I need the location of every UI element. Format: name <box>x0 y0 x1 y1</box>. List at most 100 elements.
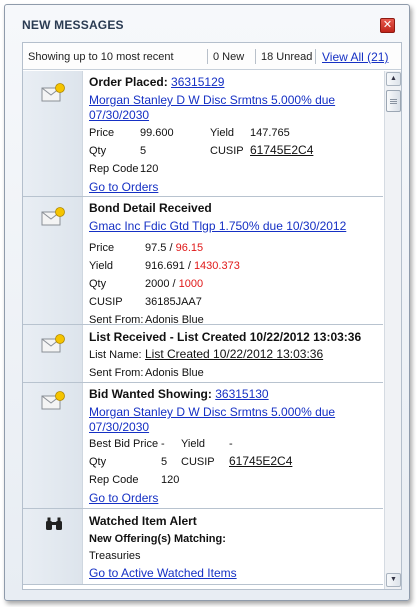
security-line: 07/30/2030 <box>89 108 150 122</box>
message-item-bond-detail[interactable]: Bond Detail Received Gmac Inc Fdic Gtd T… <box>23 197 383 326</box>
message-title: Bid Wanted Showing: 36315130 <box>89 387 269 401</box>
price-label: Price <box>89 242 115 254</box>
new-messages-window: NEW MESSAGES ✕ Showing up to 10 most rec… <box>4 4 410 601</box>
vertical-scrollbar[interactable]: ▲ ▼ <box>384 71 401 589</box>
sent-from-label: Sent From: <box>89 367 144 379</box>
security-link[interactable]: Morgan Stanley D W Disc Srmtns 5.000% du… <box>89 405 335 435</box>
yield-value: 147.765 <box>250 127 290 139</box>
divider <box>255 49 256 64</box>
message-item-list-received[interactable]: List Received - List Created 10/22/2012 … <box>23 325 383 383</box>
old-qty: 2000 / <box>145 278 179 290</box>
security-link[interactable]: Morgan Stanley D W Disc Srmtns 5.000% du… <box>89 93 335 123</box>
message-content: Watched Item Alert New Offering(s) Match… <box>89 509 383 584</box>
rep-code-label: Rep Code <box>89 474 139 486</box>
alert-subtitle: New Offering(s) Matching: <box>89 533 226 545</box>
binoculars-icon <box>46 517 62 530</box>
qty-label: Qty <box>89 456 107 468</box>
message-icon-column <box>23 383 83 508</box>
qty-label: Qty <box>89 145 107 157</box>
yield-label: Yield <box>210 127 235 139</box>
title-text: Bid Wanted Showing: <box>89 387 216 401</box>
message-title: Order Placed: 36315129 <box>89 75 224 89</box>
yield-label: Yield <box>181 438 206 450</box>
security-line: Morgan Stanley D W Disc Srmtns 5.000% du… <box>89 405 336 419</box>
yield-value: 916.691 / 1430.373 <box>145 260 240 272</box>
thumb-grip <box>390 101 397 102</box>
message-title: Watched Item Alert <box>89 514 197 528</box>
message-icon-column <box>23 71 83 196</box>
qty-value: 5 <box>161 456 168 468</box>
qty-value: 5 <box>140 145 147 157</box>
thumb-grip <box>390 99 397 100</box>
envelope-icon <box>41 207 65 226</box>
sent-from-value: Adonis Blue <box>145 367 204 379</box>
message-content: List Received - List Created 10/22/2012 … <box>89 325 383 382</box>
message-icon-column <box>23 197 83 324</box>
yield-value: - <box>229 438 233 450</box>
new-price: 96.15 <box>175 242 204 254</box>
cusip-label: CUSIP <box>210 145 244 157</box>
envelope-icon <box>41 334 65 353</box>
cusip-link[interactable]: 61745E2C4 <box>229 454 292 468</box>
window-titlebar: NEW MESSAGES ✕ <box>5 5 409 41</box>
message-item-bid-wanted[interactable]: Bid Wanted Showing: 36315130 Morgan Stan… <box>23 383 383 509</box>
window-title: NEW MESSAGES <box>22 18 124 32</box>
security-line: Morgan Stanley D W Disc Srmtns 5.000% du… <box>89 93 336 107</box>
message-icon-column <box>23 509 83 584</box>
message-content: Order Placed: 36315129 Morgan Stanley D … <box>89 71 383 196</box>
unread-count: 18 Unread <box>261 51 313 63</box>
rep-code-value: 120 <box>140 163 159 175</box>
divider <box>315 49 316 64</box>
rep-code-value: 120 <box>161 474 180 486</box>
view-all-link[interactable]: View All (21) <box>322 50 388 64</box>
order-number-link[interactable]: 36315129 <box>171 75 224 89</box>
scroll-thumb[interactable] <box>386 90 401 112</box>
security-link[interactable]: Gmac Inc Fdic Gtd Tlgp 1.750% due 10/30/… <box>89 219 346 234</box>
thumb-grip <box>390 103 397 104</box>
envelope-icon <box>41 83 65 102</box>
close-button[interactable]: ✕ <box>380 18 395 33</box>
scroll-down-button[interactable]: ▼ <box>386 573 401 587</box>
price-value: 99.600 <box>140 127 174 139</box>
go-to-orders-link[interactable]: Go to Orders <box>89 180 158 194</box>
new-yield: 1430.373 <box>193 260 240 272</box>
cusip-label: CUSIP <box>181 456 215 468</box>
best-bid-label: Best Bid Price <box>89 438 159 450</box>
old-yield: 916.691 / <box>145 260 194 272</box>
price-value: 97.5 / 96.15 <box>145 242 203 254</box>
message-content: Bid Wanted Showing: 36315130 Morgan Stan… <box>89 383 383 508</box>
message-title: List Received - List Created 10/22/2012 … <box>89 330 362 344</box>
yield-label: Yield <box>89 260 114 272</box>
status-bar: Showing up to 10 most recent 0 New 18 Un… <box>23 43 401 70</box>
messages-panel: Showing up to 10 most recent 0 New 18 Un… <box>22 42 402 590</box>
cusip-value: 36185JAA7 <box>145 296 202 308</box>
message-icon-column <box>23 325 83 382</box>
scroll-up-button[interactable]: ▲ <box>386 72 401 86</box>
security-line: 07/30/2030 <box>89 420 150 434</box>
message-title: Bond Detail Received <box>89 201 212 215</box>
go-to-watched-items-link[interactable]: Go to Active Watched Items <box>89 566 237 580</box>
divider <box>207 49 208 64</box>
message-content: Bond Detail Received Gmac Inc Fdic Gtd T… <box>89 197 383 326</box>
showing-text: Showing up to 10 most recent <box>28 51 174 63</box>
cusip-link[interactable]: 61745E2C4 <box>250 143 313 157</box>
message-item-order-placed[interactable]: Order Placed: 36315129 Morgan Stanley D … <box>23 71 383 197</box>
old-price: 97.5 / <box>145 242 176 254</box>
envelope-icon <box>41 391 65 410</box>
list-name-label: List Name: <box>89 349 142 361</box>
rep-code-label: Rep Code <box>89 163 139 175</box>
go-to-orders-link[interactable]: Go to Orders <box>89 491 158 505</box>
qty-value: 2000 / 1000 <box>145 278 203 290</box>
best-bid-value: - <box>161 438 165 450</box>
qty-label: Qty <box>89 278 107 290</box>
list-name-link[interactable]: List Created 10/22/2012 13:03:36 <box>145 347 323 361</box>
order-number-link[interactable]: 36315130 <box>215 387 268 401</box>
title-text: Order Placed: <box>89 75 172 89</box>
watched-item-name: Treasuries <box>89 550 141 562</box>
new-count: 0 New <box>213 51 245 63</box>
message-item-watched-alert[interactable]: Watched Item Alert New Offering(s) Match… <box>23 509 383 585</box>
cusip-label: CUSIP <box>89 296 123 308</box>
message-list: Order Placed: 36315129 Morgan Stanley D … <box>23 71 383 591</box>
price-label: Price <box>89 127 115 139</box>
new-qty: 1000 <box>178 278 204 290</box>
